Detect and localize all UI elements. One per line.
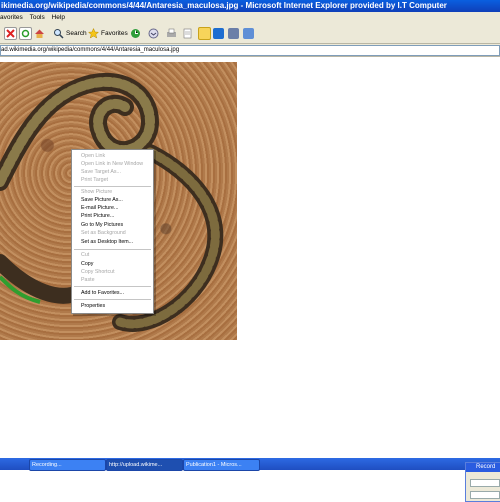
search-label: Search (66, 29, 87, 37)
toolbar: Search Favorites (0, 23, 500, 44)
ctx-add-to-favorites[interactable]: Add to Favorites... (81, 289, 124, 297)
ctx-set-as-desktop-item[interactable]: Set as Desktop Item... (81, 238, 133, 246)
ctx-separator (74, 299, 151, 300)
history-icon (130, 28, 141, 39)
refresh-icon (19, 26, 32, 40)
ctx-save-target-as: Save Target As... (81, 169, 121, 175)
window-title-bar[interactable]: ikimedia.org/wikipedia/commons/4/44/Anta… (0, 0, 500, 12)
messenger-icon (213, 27, 224, 39)
ctx-copy[interactable]: Copy (81, 260, 93, 268)
ctx-print-picture[interactable]: Print Picture... (81, 212, 114, 220)
ctx-save-picture-as[interactable]: Save Picture As... (81, 196, 123, 204)
mail-button[interactable] (148, 26, 159, 40)
ctx-show-picture: Show Picture (81, 189, 113, 195)
ctx-email-picture[interactable]: E-mail Picture... (81, 204, 118, 212)
ctx-cut: Cut (81, 252, 90, 258)
taskbar: Recording... http://upload.wikime... Pub… (0, 458, 500, 471)
ctx-copy-shortcut: Copy Shortcut (81, 269, 115, 275)
ctx-open-link-new-window: Open Link in New Window (81, 161, 144, 167)
edit-page-icon (182, 28, 193, 39)
menu-tools[interactable]: Tools (30, 12, 50, 23)
mail-icon (148, 28, 159, 39)
search-button[interactable]: Search (53, 26, 87, 40)
history-button[interactable] (130, 26, 141, 40)
menu-bar: avorites Tools Help (0, 12, 500, 23)
ctx-separator (74, 186, 151, 187)
tools-button[interactable] (243, 26, 254, 40)
menu-help[interactable]: Help (52, 12, 70, 23)
recorder-field[interactable] (470, 479, 500, 487)
ctx-separator (74, 249, 151, 250)
ctx-separator (74, 286, 151, 287)
favorites-label: Favorites (101, 29, 128, 37)
recorder-title: Record (466, 463, 500, 472)
taskbar-button-recording[interactable]: Recording... (29, 459, 106, 471)
home-button[interactable] (34, 26, 45, 40)
ctx-set-as-background: Set as Background (81, 230, 126, 236)
recorder-field[interactable] (470, 491, 500, 499)
tools-icon (243, 27, 254, 39)
print-button[interactable] (166, 26, 177, 40)
ctx-properties[interactable]: Properties (81, 302, 105, 310)
ctx-open-link: Open Link (81, 153, 106, 159)
edit-button[interactable] (182, 26, 193, 40)
menu-favorites[interactable]: avorites (0, 12, 28, 23)
favorites-button[interactable]: Favorites (87, 26, 128, 40)
recorder-panel: Record (465, 462, 500, 502)
window-title: ikimedia.org/wikipedia/commons/4/44/Anta… (1, 1, 447, 10)
printer-icon (166, 28, 177, 39)
context-menu: Open Link Open Link in New Window Save T… (71, 149, 154, 314)
search-icon (53, 28, 64, 39)
folder-icon (198, 26, 211, 40)
home-icon (34, 28, 45, 39)
ctx-paste: Paste (81, 277, 95, 283)
research-button[interactable] (228, 26, 239, 40)
refresh-button[interactable] (19, 26, 32, 40)
taskbar-button-publication[interactable]: Publication1 - Micros... (183, 459, 260, 471)
star-icon (87, 27, 100, 39)
ctx-go-to-my-pictures[interactable]: Go to My Pictures (81, 221, 123, 229)
ctx-print-target: Print Target (81, 177, 108, 183)
messenger-button[interactable] (213, 26, 224, 40)
stop-button[interactable] (4, 26, 17, 40)
address-input[interactable]: ad.wikimedia.org/wikipedia/commons/4/44/… (0, 45, 500, 56)
discuss-button[interactable] (198, 26, 211, 40)
taskbar-button-browser[interactable]: http://upload.wikime... (106, 459, 183, 471)
stop-icon (4, 26, 17, 40)
address-bar: ad.wikimedia.org/wikipedia/commons/4/44/… (0, 44, 500, 57)
research-icon (228, 27, 239, 39)
